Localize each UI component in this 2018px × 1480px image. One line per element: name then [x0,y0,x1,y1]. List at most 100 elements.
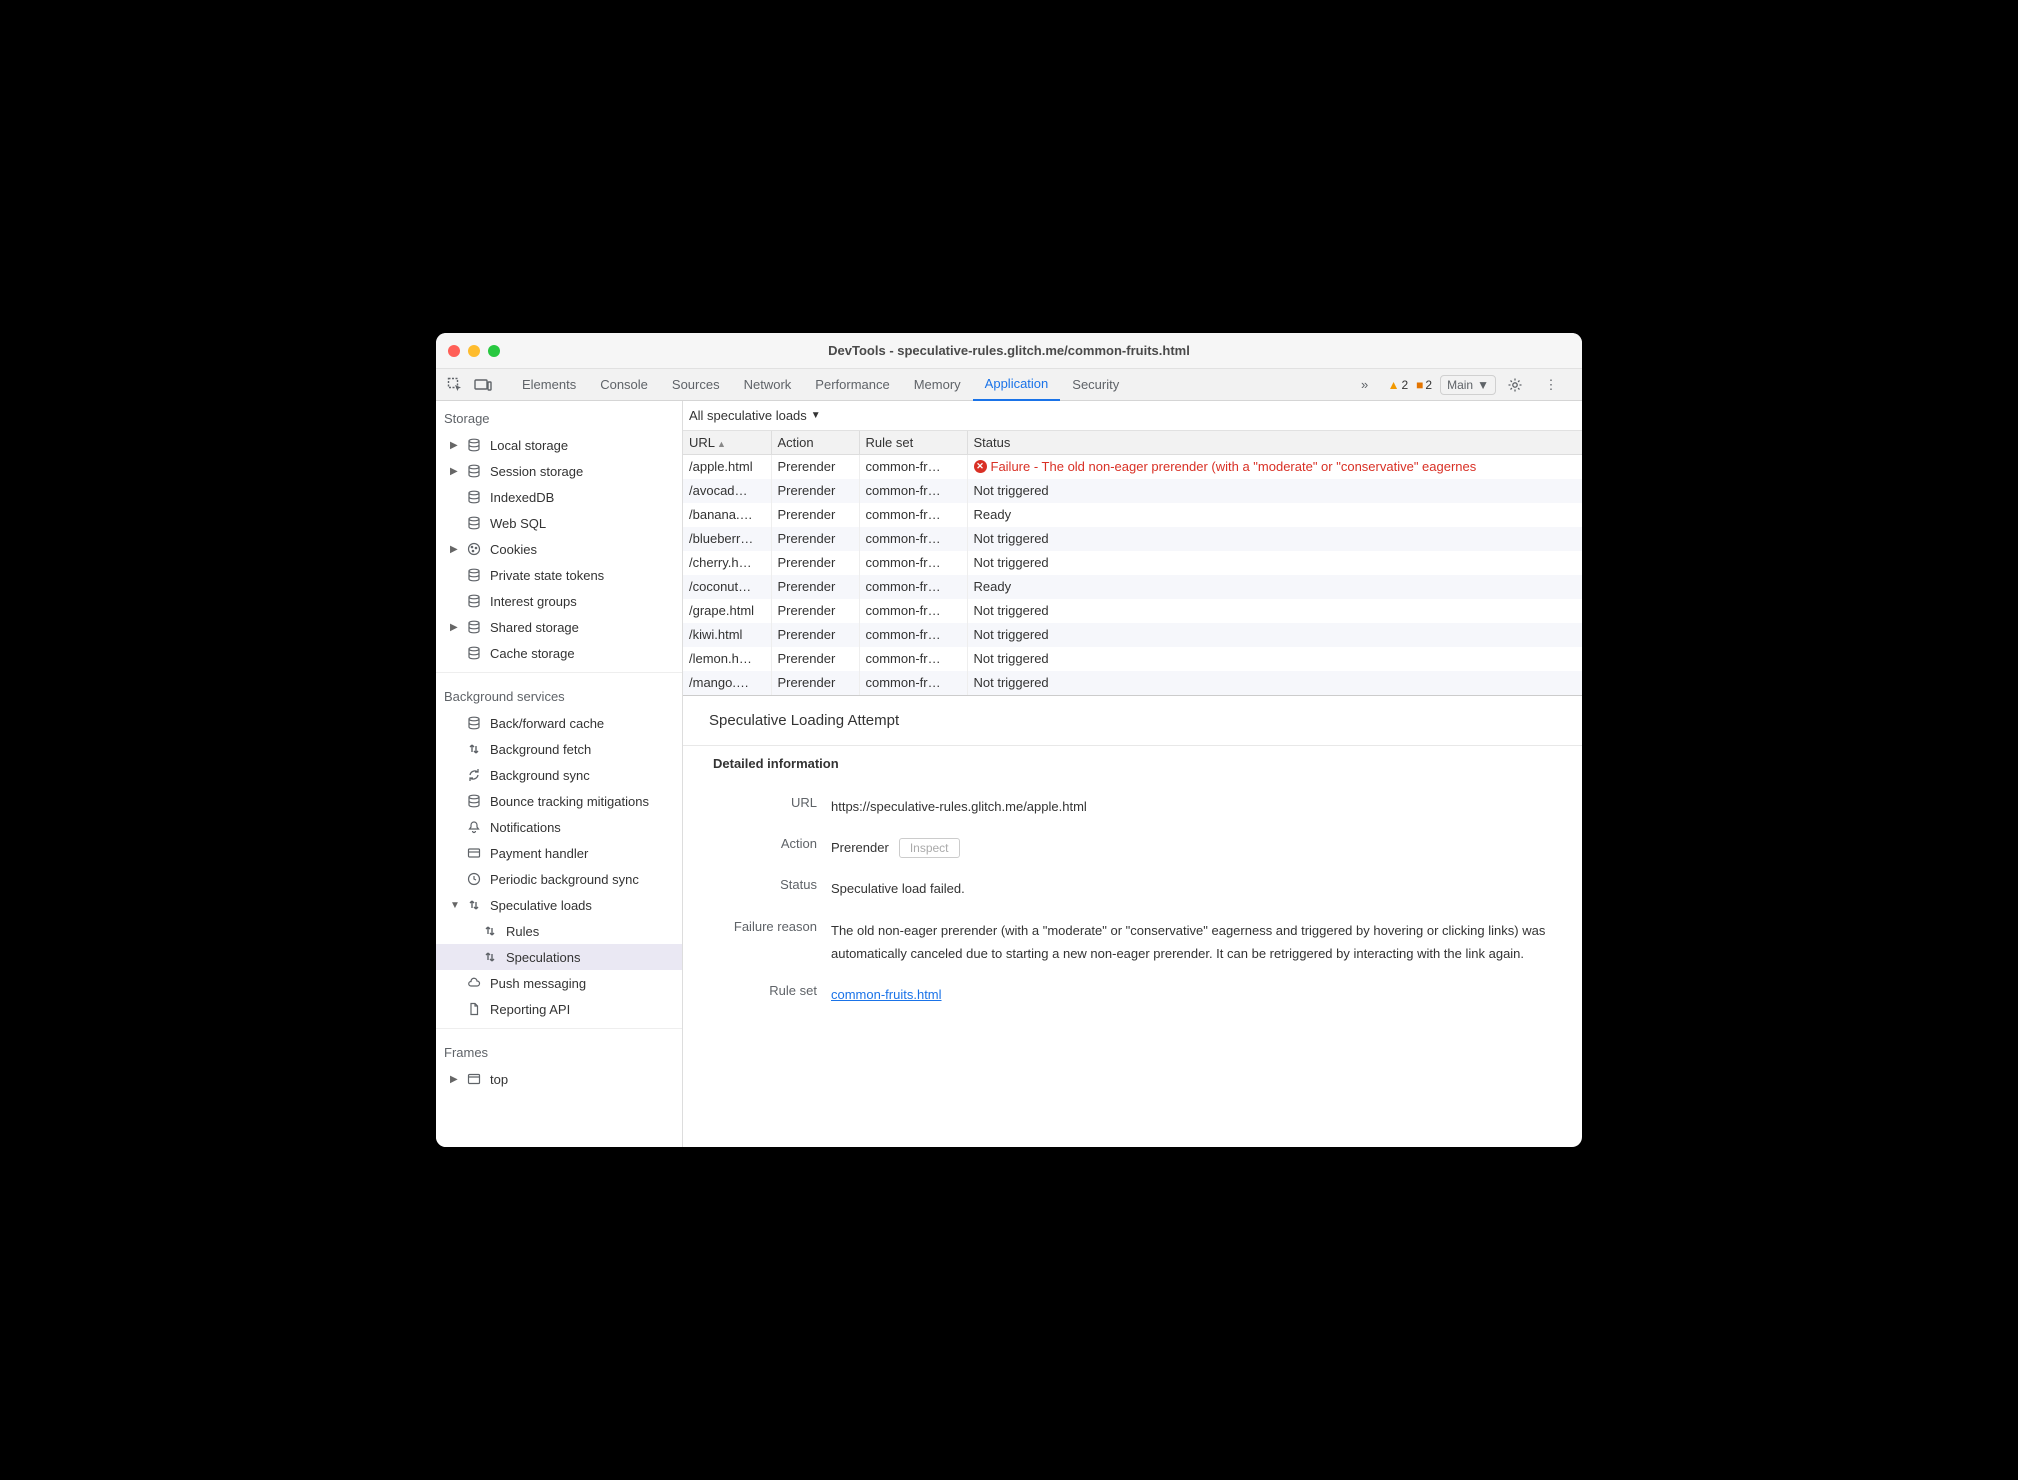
card-icon [466,845,482,861]
sidebar-item-label: Payment handler [490,846,588,861]
speculations-table[interactable]: URL▲ Action Rule set Status /apple.htmlP… [683,431,1582,695]
database-icon [466,793,482,809]
cell-url: /mango.… [683,671,771,695]
updown-icon [482,923,498,939]
table-row[interactable]: /banana.…Prerendercommon-fr…Ready [683,503,1582,527]
sidebar-item-payment-handler[interactable]: Payment handler [436,840,682,866]
detail-ruleset-link[interactable]: common-fruits.html [831,987,942,1002]
sidebar-item-speculative-loads[interactable]: ▼Speculative loads [436,892,682,918]
application-sidebar[interactable]: Storage ▶Local storage▶Session storageIn… [436,401,683,1147]
cell-action: Prerender [771,599,859,623]
updown-icon [466,741,482,757]
detail-reason-label: Failure reason [713,919,817,934]
table-row[interactable]: /mango.…Prerendercommon-fr…Not triggered [683,671,1582,695]
inspect-element-icon[interactable] [444,374,466,396]
sidebar-item-background-sync[interactable]: Background sync [436,762,682,788]
sidebar-item-top[interactable]: ▶top [436,1066,682,1092]
sidebar-item-periodic-background-sync[interactable]: Periodic background sync [436,866,682,892]
column-rule[interactable]: Rule set [859,431,967,455]
column-url[interactable]: URL▲ [683,431,771,455]
tree-caret-icon: ▶ [450,1074,458,1085]
table-row[interactable]: /avocad…Prerendercommon-fr…Not triggered [683,479,1582,503]
chevron-down-icon: ▼ [811,410,821,421]
cookie-icon [466,541,482,557]
panel-tab-performance[interactable]: Performance [803,369,901,401]
main-panel: All speculative loads ▼ URL▲ Action Rule… [683,401,1582,1147]
inspect-button[interactable]: Inspect [899,838,960,858]
sidebar-item-label: Bounce tracking mitigations [490,794,649,809]
sidebar-item-push-messaging[interactable]: Push messaging [436,970,682,996]
column-action[interactable]: Action [771,431,859,455]
details-pane: Speculative Loading Attempt Detailed inf… [683,695,1582,1148]
sidebar-item-back-forward-cache[interactable]: Back/forward cache [436,710,682,736]
sidebar-item-reporting-api[interactable]: Reporting API [436,996,682,1022]
warning-icon: ▲ [1388,378,1400,392]
database-icon [466,515,482,531]
window-title: DevTools - speculative-rules.glitch.me/c… [436,343,1582,358]
more-menu-icon[interactable]: ⋮ [1540,374,1562,396]
table-row[interactable]: /cherry.h…Prerendercommon-fr…Not trigger… [683,551,1582,575]
database-icon [466,567,482,583]
minimize-window-button[interactable] [468,345,480,357]
detail-status-value: Speculative load failed. [831,877,1552,900]
sync-icon [466,767,482,783]
panel-tab-sources[interactable]: Sources [660,369,732,401]
cell-url: /grape.html [683,599,771,623]
overflow-tabs-icon[interactable]: » [1354,374,1376,396]
settings-gear-icon[interactable] [1504,374,1526,396]
close-window-button[interactable] [448,345,460,357]
sidebar-item-shared-storage[interactable]: ▶Shared storage [436,614,682,640]
panel-tab-memory[interactable]: Memory [902,369,973,401]
table-row[interactable]: /coconut…Prerendercommon-fr…Ready [683,575,1582,599]
column-status[interactable]: Status [967,431,1582,455]
panel-tab-console[interactable]: Console [588,369,660,401]
panel-tab-elements[interactable]: Elements [510,369,588,401]
warnings-badge[interactable]: ▲ 2 [1388,378,1409,392]
sidebar-item-cache-storage[interactable]: Cache storage [436,640,682,666]
sidebar-item-local-storage[interactable]: ▶Local storage [436,432,682,458]
table-row[interactable]: /blueberr…Prerendercommon-fr…Not trigger… [683,527,1582,551]
cell-rule: common-fr… [859,503,967,527]
sidebar-item-label: Rules [506,924,539,939]
sidebar-item-notifications[interactable]: Notifications [436,814,682,840]
panel-tab-security[interactable]: Security [1060,369,1131,401]
errors-badge[interactable]: ■ 2 [1416,378,1432,392]
sidebar-item-label: Interest groups [490,594,577,609]
maximize-window-button[interactable] [488,345,500,357]
sidebar-item-interest-groups[interactable]: Interest groups [436,588,682,614]
error-circle-icon: ✕ [974,460,987,473]
clock-icon [466,871,482,887]
sidebar-item-bounce-tracking-mitigations[interactable]: Bounce tracking mitigations [436,788,682,814]
cell-url: /blueberr… [683,527,771,551]
table-row[interactable]: /apple.htmlPrerendercommon-fr…✕Failure -… [683,455,1582,479]
sidebar-item-indexeddb[interactable]: IndexedDB [436,484,682,510]
sidebar-item-background-fetch[interactable]: Background fetch [436,736,682,762]
detail-action-value: Prerender Inspect [831,836,1552,859]
sidebar-item-rules[interactable]: Rules [436,918,682,944]
sidebar-item-cookies[interactable]: ▶Cookies [436,536,682,562]
detail-action-text: Prerender [831,836,889,859]
warnings-count: 2 [1401,378,1408,392]
filter-row: All speculative loads ▼ [683,401,1582,431]
filter-dropdown[interactable]: All speculative loads ▼ [689,408,821,423]
table-row[interactable]: /kiwi.htmlPrerendercommon-fr…Not trigger… [683,623,1582,647]
sidebar-item-web-sql[interactable]: Web SQL [436,510,682,536]
sidebar-item-private-state-tokens[interactable]: Private state tokens [436,562,682,588]
sidebar-item-session-storage[interactable]: ▶Session storage [436,458,682,484]
cell-action: Prerender [771,575,859,599]
panel-tab-network[interactable]: Network [732,369,804,401]
target-picker[interactable]: Main ▼ [1440,375,1496,395]
device-toolbar-icon[interactable] [472,374,494,396]
sidebar-item-label: Push messaging [490,976,586,991]
details-section-title: Detailed information [683,746,1582,781]
table-row[interactable]: /lemon.h…Prerendercommon-fr…Not triggere… [683,647,1582,671]
detail-url-label: URL [713,795,817,810]
panel-tab-application[interactable]: Application [973,369,1061,401]
database-icon [466,489,482,505]
cell-rule: common-fr… [859,671,967,695]
cell-url: /coconut… [683,575,771,599]
updown-icon [482,949,498,965]
sidebar-item-speculations[interactable]: Speculations [436,944,682,970]
table-row[interactable]: /grape.htmlPrerendercommon-fr…Not trigge… [683,599,1582,623]
sidebar-item-label: Private state tokens [490,568,604,583]
